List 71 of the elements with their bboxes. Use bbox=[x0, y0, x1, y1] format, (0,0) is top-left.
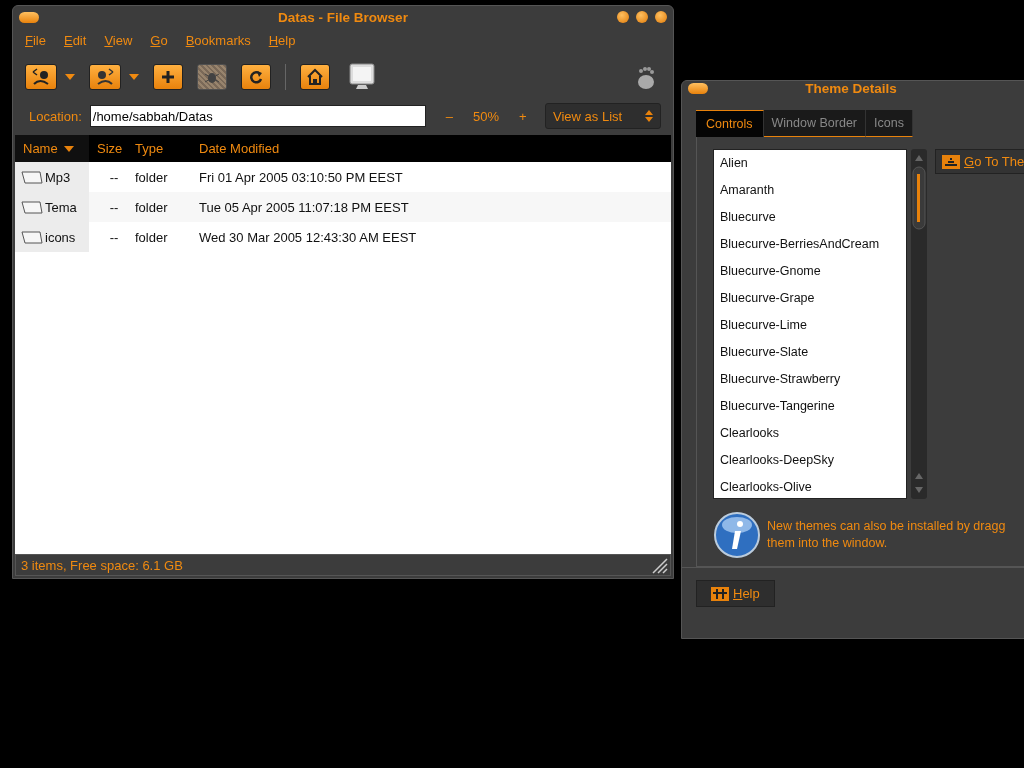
reload-button[interactable] bbox=[241, 64, 271, 90]
resize-grip-icon[interactable] bbox=[650, 556, 668, 574]
folder-icon bbox=[21, 170, 43, 184]
up-down-arrow-icon bbox=[645, 110, 653, 122]
menu-item[interactable]: File bbox=[25, 33, 46, 48]
file-name[interactable]: Mp3 bbox=[45, 169, 71, 185]
theme-item[interactable]: Bluecurve-BerriesAndCream bbox=[714, 231, 906, 258]
info-icon bbox=[713, 511, 761, 559]
dropdown-arrow-icon[interactable] bbox=[129, 74, 139, 80]
theme-item[interactable]: Bluecurve-Grape bbox=[714, 285, 906, 312]
table-cell-text: Tue 05 Apr 2005 11:07:18 PM EEST bbox=[198, 198, 410, 217]
info-message: New themes can also be installed by dragg them into the window. bbox=[767, 518, 1006, 552]
table-cell-text: -- bbox=[108, 168, 120, 187]
menu-item[interactable]: Help bbox=[268, 33, 296, 48]
back-button[interactable] bbox=[25, 64, 57, 90]
menu-item[interactable]: Bookmarks bbox=[185, 33, 251, 48]
forward-button[interactable] bbox=[89, 64, 121, 90]
theme-item[interactable]: Amaranth bbox=[714, 177, 906, 204]
zoom-level: 50% bbox=[473, 108, 500, 124]
tab[interactable]: Window Border bbox=[763, 110, 866, 137]
theme-item[interactable]: Bluecurve-Strawberry bbox=[714, 366, 906, 393]
menu-item[interactable]: Go bbox=[150, 33, 168, 48]
window-menu-icon[interactable] bbox=[688, 83, 708, 94]
computer-button[interactable] bbox=[348, 62, 378, 92]
sort-arrow-icon bbox=[63, 145, 74, 152]
theme-item[interactable]: Clearlooks-Olive bbox=[714, 474, 906, 498]
grid-icon bbox=[711, 586, 729, 601]
minimize-button[interactable] bbox=[617, 11, 629, 23]
column-header[interactable]: Date Modified bbox=[191, 135, 671, 162]
status-text: 3 items, Free space: 6.1 GB bbox=[21, 557, 183, 573]
table-cell-text: Wed 30 Mar 2005 12:43:30 AM EEST bbox=[198, 228, 418, 247]
folder-icon bbox=[21, 200, 43, 214]
window-menu-icon[interactable] bbox=[19, 11, 39, 23]
location-label: Location: bbox=[29, 108, 82, 124]
column-header[interactable]: Type bbox=[127, 135, 191, 162]
new-button[interactable] bbox=[153, 64, 183, 90]
theme-item[interactable]: Bluecurve-Lime bbox=[714, 312, 906, 339]
home-button[interactable] bbox=[300, 64, 330, 90]
theme-item[interactable]: Clearlooks bbox=[714, 420, 906, 447]
column-header[interactable]: Name bbox=[15, 135, 89, 162]
zoom-in-button[interactable]: + bbox=[519, 108, 527, 124]
tab[interactable]: Controls bbox=[696, 110, 764, 137]
folder-icon bbox=[21, 230, 43, 244]
table-cell-text: -- bbox=[108, 228, 120, 247]
table-cell-text: folder bbox=[134, 168, 169, 187]
theme-item[interactable]: Alien bbox=[714, 150, 906, 177]
help-button[interactable]: Help bbox=[696, 580, 775, 607]
zoom-out-button[interactable]: – bbox=[445, 108, 453, 124]
window-title: Theme Details bbox=[805, 81, 897, 96]
table-cell-text: folder bbox=[134, 228, 169, 247]
menu-item[interactable]: View bbox=[104, 33, 133, 48]
table-cell-text: folder bbox=[134, 198, 169, 217]
theme-item[interactable]: Bluecurve bbox=[714, 204, 906, 231]
table-cell-text: Fri 01 Apr 2005 03:10:50 PM EEST bbox=[198, 168, 404, 187]
theme-item[interactable]: Bluecurve-Gnome bbox=[714, 258, 906, 285]
theme-item[interactable]: Bluecurve-Tangerine bbox=[714, 393, 906, 420]
scrollbar-drawing[interactable] bbox=[911, 149, 927, 499]
theme-item[interactable]: Bluecurve-Slate bbox=[714, 339, 906, 366]
location-field[interactable]: /home/sabbah/Datas bbox=[89, 105, 426, 127]
menu-item[interactable]: Edit bbox=[63, 33, 87, 48]
view-mode-dropdown[interactable]: View as List bbox=[545, 103, 661, 129]
close-button[interactable] bbox=[655, 11, 667, 23]
go-to-theme-button[interactable]: Go To The bbox=[935, 149, 1024, 174]
table-cell-text: -- bbox=[108, 198, 120, 217]
theme-item[interactable]: Clearlooks-DeepSky bbox=[714, 447, 906, 474]
maximize-button[interactable] bbox=[636, 11, 648, 23]
dropdown-arrow-icon[interactable] bbox=[65, 74, 75, 80]
window-title: Datas - File Browser bbox=[278, 9, 408, 25]
tab[interactable]: Icons bbox=[866, 110, 913, 137]
column-header[interactable]: Size bbox=[89, 135, 127, 162]
stack-icon bbox=[942, 154, 960, 169]
